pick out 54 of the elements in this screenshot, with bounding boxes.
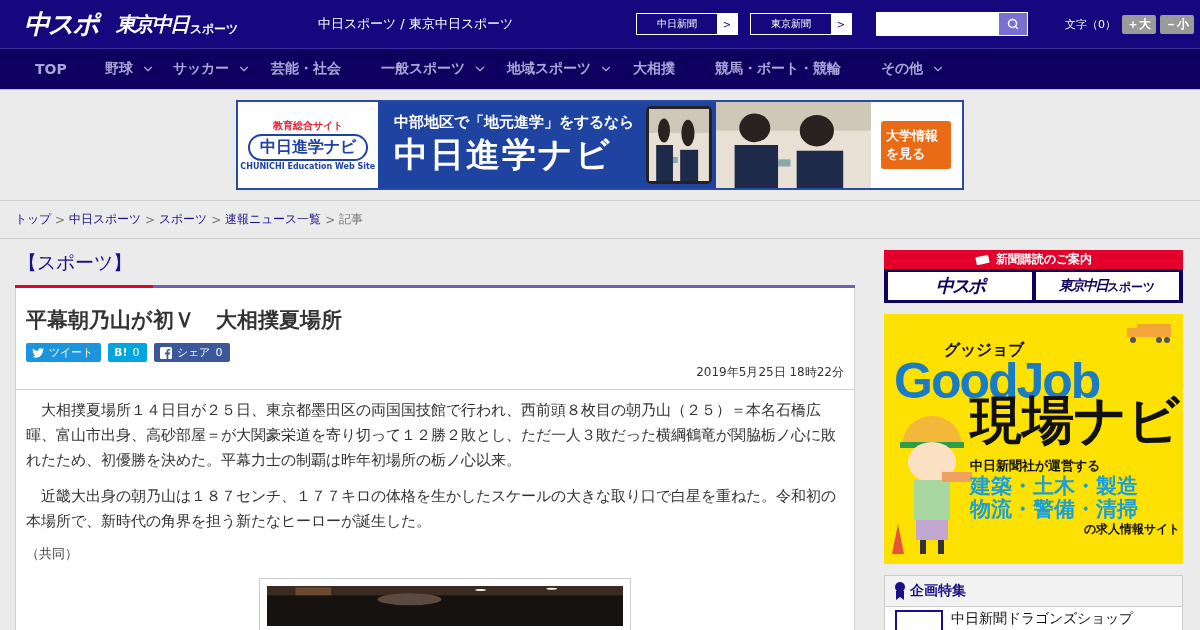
brand-kana: グッジョブ	[944, 340, 1024, 361]
banner-tagline: 中部地区で「地元進学」をするなら	[393, 112, 635, 132]
nav-item[interactable]: サッカー	[172, 60, 251, 78]
feature-link[interactable]: 中日新聞ドラゴンズショップ	[951, 610, 1133, 630]
article-date: 2019年5月25日 18時22分	[695, 364, 844, 381]
banner-text: 物流・警備・清掃	[970, 498, 1138, 522]
share-button[interactable]: シェア 0	[154, 343, 231, 362]
logo-caption: 教育総合サイト	[272, 119, 343, 133]
banner-text: 中日新聞社が運営する	[970, 457, 1100, 475]
breadcrumb-link[interactable]: 速報ニュース一覧	[225, 211, 322, 228]
newspaper-link[interactable]: 中日新聞 >	[636, 13, 738, 35]
newspaper-link[interactable]: 東京新聞 >	[750, 13, 852, 35]
panel-heading: 企画特集	[910, 582, 966, 600]
truck-icon	[1127, 322, 1171, 344]
nav-item[interactable]: 競馬・ボート・競輪	[714, 60, 841, 78]
breadcrumb-link[interactable]: スポーツ	[159, 211, 208, 228]
breadcrumb-separator: >	[55, 212, 66, 227]
bird-icon	[32, 347, 44, 358]
breadcrumb-separator: >	[211, 212, 222, 227]
ribbon-icon	[895, 582, 905, 600]
search-field[interactable]	[876, 12, 1028, 36]
logo-subtext: スポーツ	[190, 21, 238, 38]
f-icon	[160, 346, 173, 359]
breadcrumb-link[interactable]: 中日スポーツ	[69, 211, 142, 228]
banner-text: 建築・土木・製造	[970, 475, 1138, 499]
banner-text: の求人情報サイト	[1084, 521, 1180, 539]
search-icon	[1007, 18, 1019, 30]
nav-item[interactable]: 芸能・社会	[270, 60, 341, 78]
banner-heading: 新聞購読のご案内	[996, 251, 1092, 268]
article-title: 平幕朝乃山が初Ｖ 大相撲夏場所	[26, 307, 343, 334]
current-page-label: 記事	[339, 211, 364, 228]
nav-item[interactable]: 大相撲	[632, 60, 675, 78]
nav-item[interactable]: 一般スポーツ	[380, 60, 487, 78]
site-logo[interactable]: 東京中日	[116, 10, 188, 38]
article-paragraph: 大相撲夏場所１４日目が２５日、東京都墨田区の両国国技館で行われ、西前頭８枚目の朝乃山（２５）＝本名石橋広暉、富山市出身、高砂部屋＝が大関豪栄道を寄り切って１２勝２敗とし、ただ一人３敗だった横綱鶴竜が関脇栃ノ心に敗れたため、初優勝を決めた。平幕力士の制覇は昨年初場所の栃ノ心以来。	[26, 400, 837, 471]
breadcrumb-link[interactable]: トップ	[15, 211, 51, 228]
ticket-icon	[975, 254, 991, 265]
banner-logo: 中日進学ナビ	[247, 134, 368, 161]
article-credit: （共同）	[26, 545, 79, 563]
newspaper-logo[interactable]: 中スポ	[888, 272, 1032, 300]
font-size-label: 文字（0）	[1065, 16, 1116, 32]
banner-title: 中日進学ナビ	[393, 132, 613, 176]
search-button[interactable]	[999, 13, 1027, 35]
nav-item[interactable]: その他	[880, 60, 945, 78]
breadcrumb-separator: >	[325, 212, 336, 227]
nav-item[interactable]: TOP	[35, 61, 67, 77]
site-names: 中日スポーツ / 東京中日スポーツ	[318, 15, 514, 33]
article-paragraph: 近畿大出身の朝乃山は１８７センチ、１７７キロの体格を生かしたスケールの大きな取り口で白星を重ねた。令和初の本場所で、新時代の角界を担う新たなヒーローが誕生した。	[26, 486, 837, 532]
nav-item[interactable]: 地域スポーツ	[506, 60, 613, 78]
breadcrumb-separator: >	[145, 212, 156, 227]
nav-item[interactable]: 野球	[104, 60, 155, 78]
education-banner[interactable]: 教育総合サイト 中日進学ナビ CHUNICHI Education Web Site 中部地区で「地元進学」をするなら 中日進学ナビ 大学情報を見る	[236, 100, 964, 190]
section-title: 【スポーツ】	[17, 250, 133, 275]
logo-subtext: CHUNICHI Education Web Site	[240, 162, 376, 171]
